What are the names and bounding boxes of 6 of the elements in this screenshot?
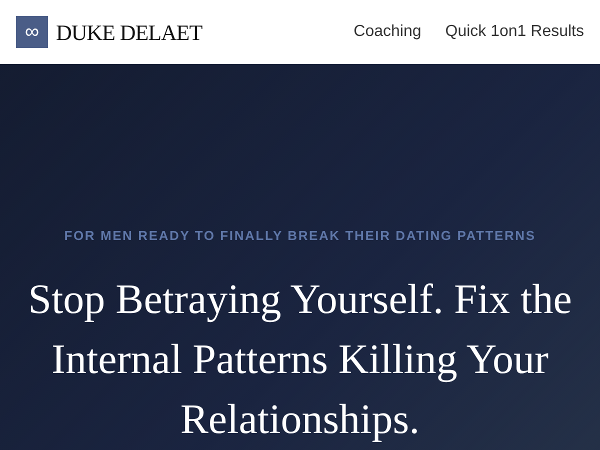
eyebrow-text: FOR MEN READY TO FINALLY BREAK THEIR DATING PATTERNS [64, 227, 536, 245]
hero-headline: Stop Betraying Yourself. Fix the Internal Patterns Killing Your Relationships. [27, 276, 573, 444]
logo-mark: ∞ [16, 16, 48, 48]
nav-link[interactable]: Coaching [354, 20, 422, 44]
nav-link[interactable]: Quick 1on1 Results [445, 20, 584, 44]
brand-name[interactable]: DUKE DELAET [56, 16, 202, 48]
